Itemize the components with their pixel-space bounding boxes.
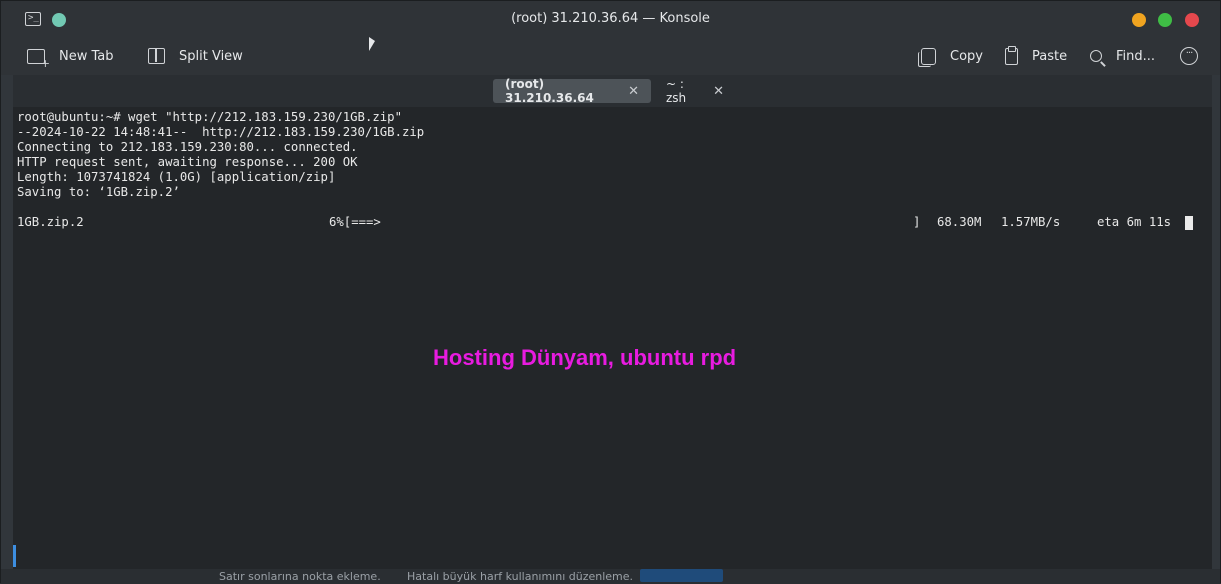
search-icon <box>1090 50 1102 62</box>
minimize-button[interactable] <box>1132 13 1146 27</box>
title-bar[interactable]: >_ (root) 31.210.36.64 — Konsole <box>1 1 1220 39</box>
background-text: Satır sonlarına nokta ekleme. <box>219 570 381 583</box>
split-view-label: Split View <box>179 48 243 64</box>
progress-eta: eta 6m 11s <box>1097 215 1172 229</box>
terminal-line: Connecting to 212.183.159.230:80... conn… <box>17 140 358 154</box>
copy-button[interactable]: Copy <box>918 45 983 67</box>
watermark-text: Hosting Dünyam, ubuntu rpd <box>433 345 737 370</box>
terminal-line: root@ubuntu:~# wget "http://212.183.159.… <box>17 110 402 124</box>
konsole-window: >_ (root) 31.210.36.64 — Konsole New Tab… <box>0 0 1221 584</box>
close-tab-icon[interactable]: ✕ <box>713 84 724 99</box>
scroll-marker <box>13 545 16 567</box>
tab-label: (root) 31.210.36.64 <box>505 77 594 105</box>
paste-label: Paste <box>1032 48 1068 64</box>
background-app-strip: Satır sonlarına nokta ekleme. Hatalı büy… <box>1 569 1220 584</box>
progress-filename: 1GB.zip.2 <box>17 215 84 229</box>
tab-root-session[interactable]: (root) 31.210.36.64 ✕ <box>493 77 651 105</box>
window-title: (root) 31.210.36.64 — Konsole <box>511 11 710 26</box>
split-view-icon <box>148 48 165 64</box>
toolbar: New Tab Split View Copy Paste Find... ··… <box>1 39 1220 75</box>
progress-downloaded: 68.30M <box>937 215 982 229</box>
paste-button[interactable]: Paste <box>1005 45 1067 67</box>
new-tab-label: New Tab <box>59 48 114 64</box>
close-window-button[interactable] <box>1185 13 1199 27</box>
tab-zsh[interactable]: ~ : zsh ✕ <box>654 77 736 105</box>
find-button[interactable]: Find... <box>1090 45 1155 67</box>
copy-label: Copy <box>950 48 983 64</box>
background-button[interactable] <box>640 569 723 582</box>
split-view-button[interactable]: Split View <box>148 45 243 67</box>
progress-bar-end: ] <box>913 215 921 229</box>
tab-label: ~ : zsh <box>666 77 687 105</box>
close-tab-icon[interactable]: ✕ <box>628 84 639 99</box>
hamburger-menu-icon[interactable]: ··· <box>1180 47 1198 65</box>
terminal-line: --2024-10-22 14:48:41-- http://212.183.1… <box>17 125 425 139</box>
progress-speed: 1.57MB/s <box>1001 215 1061 229</box>
paste-icon <box>1005 45 1018 65</box>
terminal-line: Length: 1073741824 (1.0G) [application/z… <box>17 170 336 184</box>
terminal-output[interactable]: root@ubuntu:~# wget "http://212.183.159.… <box>13 107 1212 569</box>
background-text: Hatalı büyük harf kullanımını düzenleme. <box>407 570 634 583</box>
tab-bar: (root) 31.210.36.64 ✕ ~ : zsh ✕ <box>13 75 1212 107</box>
find-label: Find... <box>1116 48 1156 64</box>
terminal-cursor <box>1185 216 1193 230</box>
mouse-pointer-icon <box>369 37 375 51</box>
progress-percent: 6%[===> <box>329 215 381 229</box>
new-tab-icon <box>27 48 50 70</box>
terminal-line: Saving to: ‘1GB.zip.2’ <box>17 185 180 199</box>
terminal-line: HTTP request sent, awaiting response... … <box>17 155 358 169</box>
new-tab-button[interactable]: New Tab <box>27 45 114 70</box>
maximize-button[interactable] <box>1158 13 1172 27</box>
copy-icon <box>918 47 936 67</box>
